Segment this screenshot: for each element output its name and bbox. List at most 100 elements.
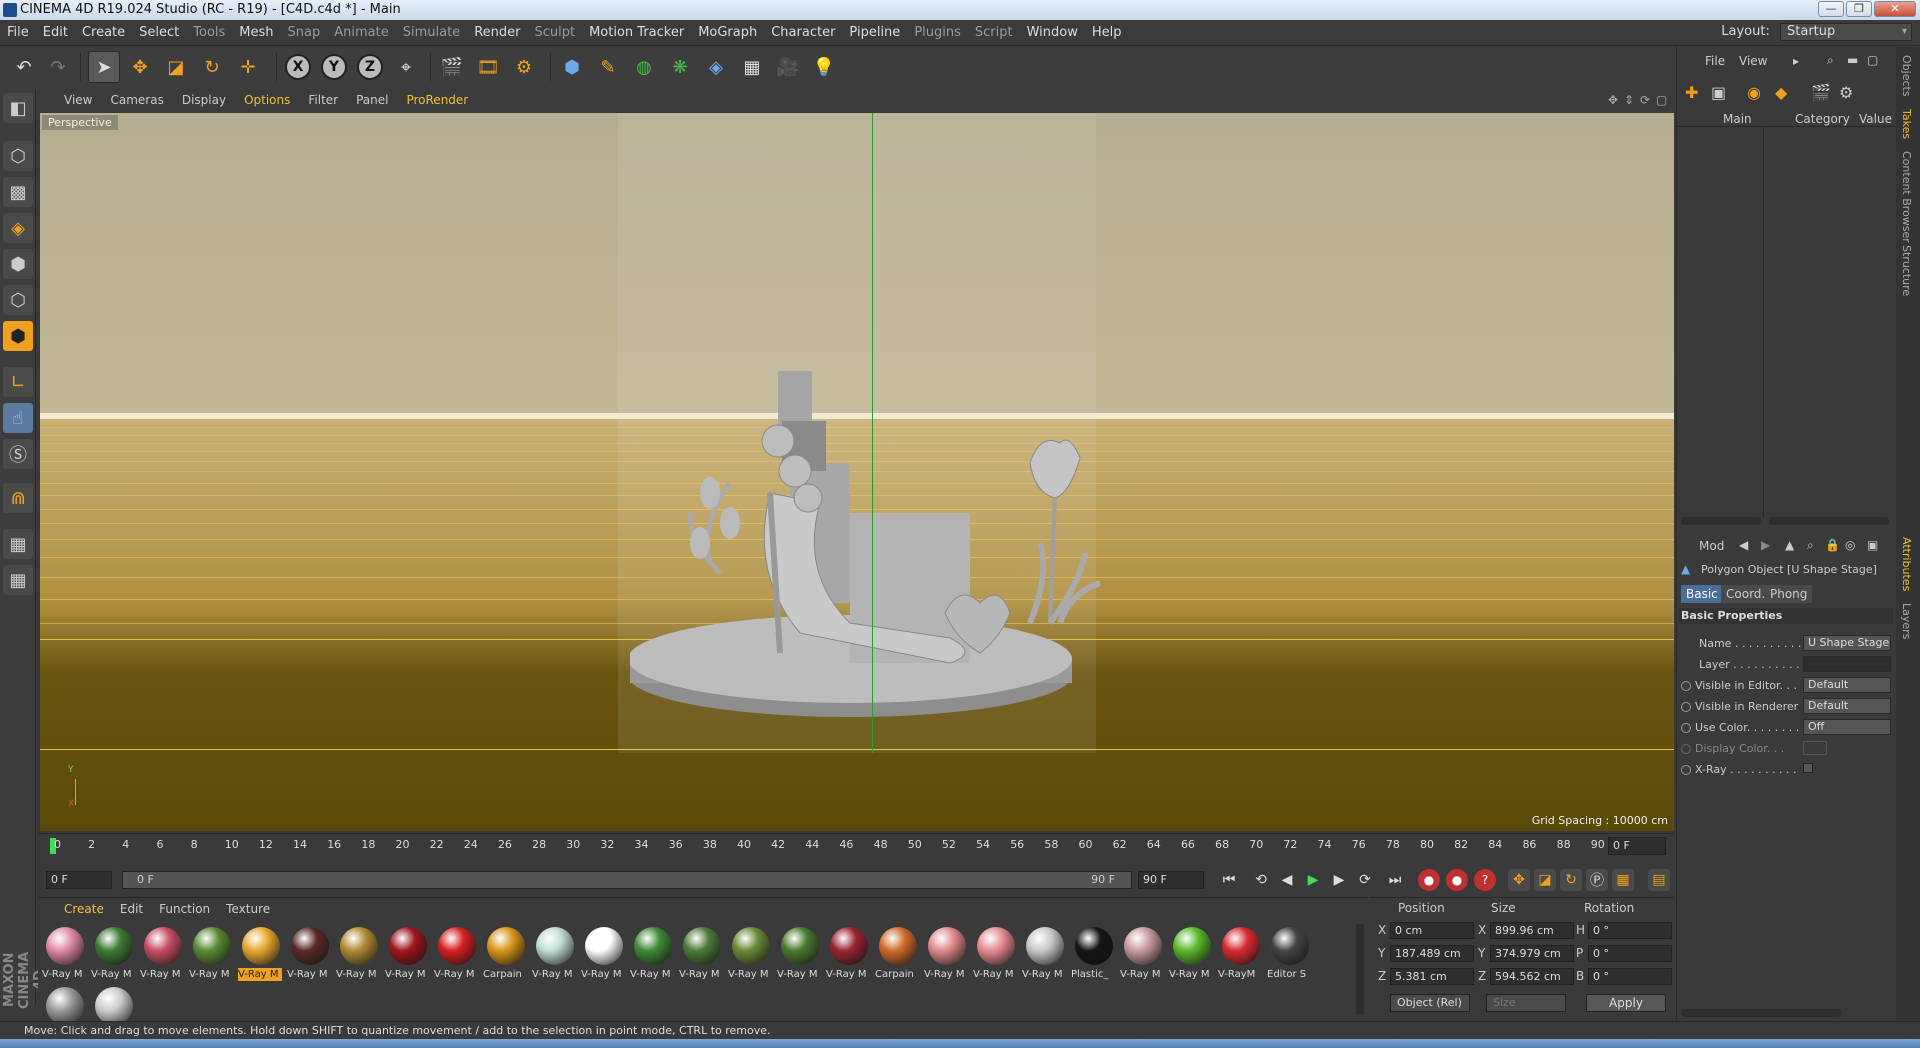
position-z-field[interactable]: 5.381 cm [1390, 968, 1474, 985]
tweak-mode-icon[interactable]: ☝ [3, 403, 33, 433]
size-z-field[interactable]: 594.562 cm [1490, 968, 1574, 985]
menu-character[interactable]: Character [764, 20, 842, 46]
up-arrow-icon[interactable]: ▲ [1785, 538, 1794, 552]
next-key-icon[interactable]: ⟳ [1354, 869, 1376, 891]
timeline-window-icon[interactable]: ▤ [1648, 869, 1670, 891]
light-icon[interactable]: 💡 [808, 51, 840, 83]
coord-mode-dropdown[interactable]: Object (Rel) [1390, 994, 1470, 1012]
menu-create[interactable]: Create [75, 20, 132, 46]
material-swatch[interactable]: Plastic_ [1071, 924, 1115, 982]
layer-field[interactable] [1803, 656, 1891, 672]
take-add-icon[interactable]: ▣ [1711, 83, 1726, 102]
viewport-pan-icon[interactable]: ✥ [1608, 93, 1618, 107]
display-color-swatch[interactable] [1803, 741, 1827, 755]
viewport-menu-display[interactable]: Display [173, 89, 235, 112]
material-swatch[interactable]: V-Ray M [385, 924, 429, 982]
back-arrow-icon[interactable]: ◀ [1739, 538, 1748, 552]
texture-mode-icon[interactable]: ▩ [3, 177, 33, 207]
transform-tool-icon[interactable]: ✛ [232, 51, 264, 83]
move-tool-icon[interactable]: ✥ [124, 51, 156, 83]
target-icon[interactable]: ◎ [1845, 538, 1855, 552]
render-take-icon[interactable]: 🎬 [1811, 83, 1831, 102]
viewport-menu-view[interactable]: View [38, 89, 101, 112]
tab-content-browser[interactable]: Content Browser [1900, 151, 1913, 243]
radio-icon[interactable] [1681, 723, 1691, 733]
radio-icon[interactable] [1681, 765, 1691, 775]
expand-icon[interactable]: ▸ [1793, 54, 1799, 68]
tab-structure[interactable]: Structure [1900, 245, 1913, 296]
material-swatch[interactable]: V-Ray M [189, 924, 233, 982]
material-swatch[interactable]: V-Ray M [973, 924, 1017, 982]
previous-frame-icon[interactable]: ◀ [1276, 869, 1298, 891]
take-icon[interactable]: ✚ [1685, 83, 1698, 102]
material-swatch[interactable]: V-Ray M [728, 924, 772, 982]
material-swatch[interactable]: V-Ray M [336, 924, 380, 982]
column-category[interactable]: Category [1795, 112, 1850, 126]
viewport-menu-panel[interactable]: Panel [347, 89, 397, 112]
viewport-menu-filter[interactable]: Filter [299, 89, 347, 112]
material-swatch[interactable]: V-Ray M [630, 924, 674, 982]
render-view-icon[interactable]: 🎬 [436, 51, 468, 83]
material-swatch[interactable]: V-Ray M [532, 924, 576, 982]
material-scrollbar[interactable] [1356, 924, 1364, 1014]
minimize-button[interactable]: — [1818, 1, 1844, 17]
material-swatch[interactable]: V-Ray M [42, 924, 86, 982]
tab-phong[interactable]: Phong [1765, 585, 1813, 603]
key-parameter-icon[interactable]: Ⓟ [1586, 869, 1608, 891]
material-menu-create[interactable]: Create [56, 898, 112, 920]
rotate-tool-icon[interactable]: ↻ [196, 51, 228, 83]
material-menu-function[interactable]: Function [151, 898, 218, 920]
menu-window[interactable]: Window [1020, 20, 1085, 46]
autokey-icon[interactable]: ● [1446, 869, 1468, 891]
next-frame-icon[interactable]: ▶ [1328, 869, 1350, 891]
forward-arrow-icon[interactable]: ▶ [1761, 538, 1770, 552]
size-x-field[interactable]: 899.96 cm [1490, 922, 1574, 939]
menu-motion-tracker[interactable]: Motion Tracker [582, 20, 691, 46]
goto-end-icon[interactable]: ⏭ [1384, 869, 1406, 891]
position-x-field[interactable]: 0 cm [1390, 922, 1474, 939]
menu-snap[interactable]: Snap [281, 20, 328, 46]
radio-icon[interactable] [1681, 681, 1691, 691]
viewport-menu-prorender[interactable]: ProRender [397, 89, 477, 112]
redo-icon[interactable]: ↷ [42, 51, 74, 83]
key-pla-icon[interactable]: ▦ [1612, 869, 1634, 891]
coordinate-system-icon[interactable]: ⌖ [390, 51, 422, 83]
deformer-icon[interactable]: ◈ [700, 51, 732, 83]
rotation-b-field[interactable]: 0 ° [1588, 968, 1672, 985]
render-picture-viewer-icon[interactable]: 🎞 [472, 51, 504, 83]
material-swatch[interactable]: V-Ray M [924, 924, 968, 982]
override-group-icon[interactable]: ◆ [1775, 83, 1787, 102]
layout-dropdown[interactable]: Startup [1780, 22, 1912, 41]
close-button[interactable]: ✕ [1874, 1, 1916, 17]
planar-workplane-icon[interactable]: ▦ [3, 565, 33, 595]
menu-animate[interactable]: Animate [327, 20, 395, 46]
menu-help[interactable]: Help [1085, 20, 1129, 46]
coord-size-dropdown[interactable]: Size [1486, 994, 1566, 1012]
menu-sculpt[interactable]: Sculpt [527, 20, 582, 46]
menu-select[interactable]: Select [132, 20, 186, 46]
end-frame-field[interactable]: 90 F [1138, 871, 1204, 889]
layout-icon[interactable]: ▢ [1867, 53, 1878, 67]
material-swatch[interactable]: Editor S [1267, 924, 1311, 982]
maximize-button[interactable]: ❐ [1846, 1, 1872, 17]
key-scale-icon[interactable]: ◪ [1534, 869, 1556, 891]
subdivision-surface-icon[interactable]: ◍ [628, 51, 660, 83]
menu-mesh[interactable]: Mesh [232, 20, 280, 46]
edges-mode-icon[interactable]: ⬡ [3, 285, 33, 315]
y-axis-lock-icon[interactable]: Y [318, 51, 350, 83]
material-swatch[interactable]: V-Ray M [679, 924, 723, 982]
viewport-menu-options[interactable]: Options [235, 89, 299, 112]
points-mode-icon[interactable]: ⬢ [3, 249, 33, 279]
z-axis-lock-icon[interactable]: Z [354, 51, 386, 83]
material-swatch[interactable]: V-Ray M [91, 924, 135, 982]
material-swatch[interactable]: V-Ray M [1169, 924, 1213, 982]
take-settings-icon[interactable]: ⚙ [1839, 83, 1853, 102]
menu-edit[interactable]: Edit [36, 20, 75, 46]
spline-pen-icon[interactable]: ✎ [592, 51, 624, 83]
goto-start-icon[interactable]: ⏮ [1218, 869, 1240, 891]
scene-model[interactable] [630, 243, 1130, 733]
material-swatch[interactable]: V-Ray M [140, 924, 184, 982]
lock-icon[interactable]: 🔒 [1825, 538, 1840, 552]
radio-icon[interactable] [1681, 744, 1691, 754]
soft-selection-icon[interactable]: Ⓢ [3, 439, 33, 469]
